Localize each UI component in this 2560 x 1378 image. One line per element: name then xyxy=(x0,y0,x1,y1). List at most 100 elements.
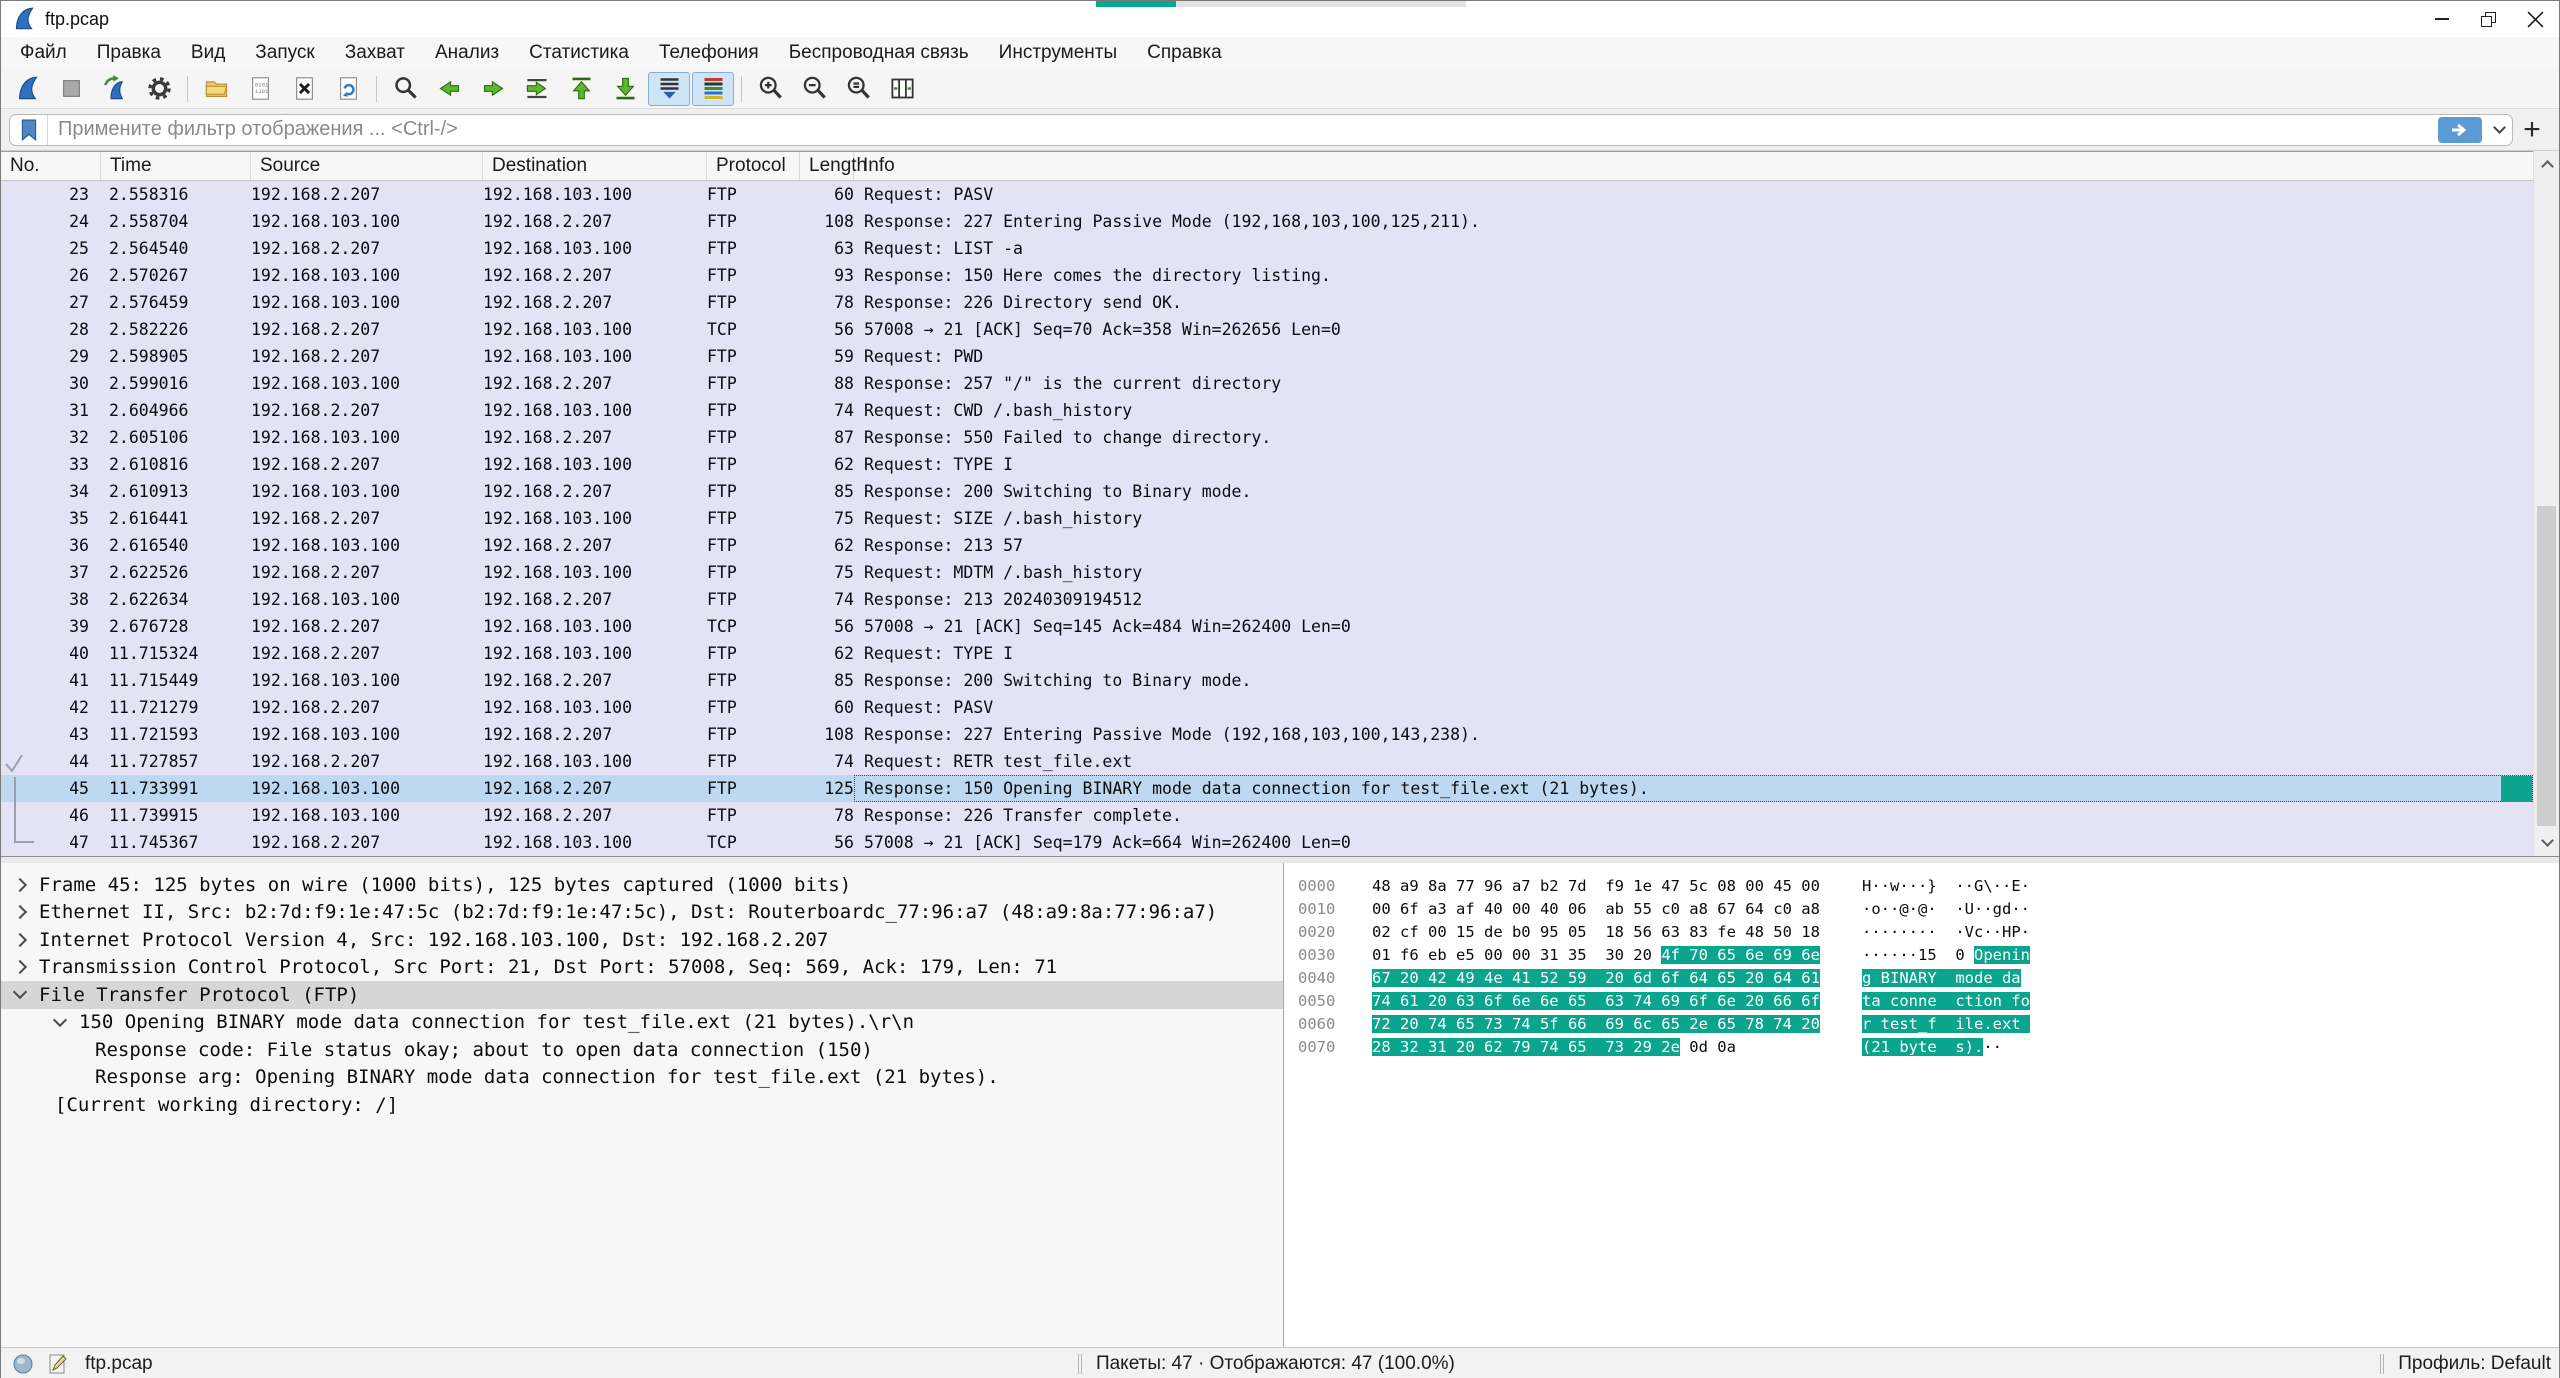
column-header-length[interactable]: Length xyxy=(800,152,854,180)
save-file-button[interactable]: 01011101 xyxy=(239,72,281,106)
detail-line-3[interactable]: Transmission Control Protocol, Src Port:… xyxy=(1,954,1283,982)
packet-row-41[interactable]: 4111.715449192.168.103.100192.168.2.207F… xyxy=(1,667,2559,694)
expert-info-icon[interactable] xyxy=(11,1352,35,1376)
menu-анализ[interactable]: Анализ xyxy=(420,37,514,69)
hex-row-0070[interactable]: 007028 32 31 20 62 79 74 65 73 29 2e 0d … xyxy=(1298,1036,2559,1059)
go-back-button[interactable] xyxy=(428,72,470,106)
close-file-button[interactable] xyxy=(283,72,325,106)
display-filter-field[interactable]: Примените фильтр отображения ... <Ctrl-/… xyxy=(9,114,2513,146)
find-packet-button[interactable] xyxy=(384,72,426,106)
detail-line-0[interactable]: Frame 45: 125 bytes on wire (1000 bits),… xyxy=(1,871,1283,899)
restore-button[interactable] xyxy=(2465,1,2512,37)
packet-row-23[interactable]: 232.558316192.168.2.207192.168.103.100FT… xyxy=(1,181,2559,208)
menu-инструменты[interactable]: Инструменты xyxy=(984,37,1132,69)
column-header-info[interactable]: Info xyxy=(854,152,2533,180)
start-capture-button[interactable] xyxy=(6,72,48,106)
go-last-button[interactable] xyxy=(604,72,646,106)
go-forward-button[interactable] xyxy=(472,72,514,106)
statusbar-filename[interactable]: ftp.pcap xyxy=(85,1353,153,1375)
column-header-protocol[interactable]: Protocol xyxy=(707,152,800,180)
go-first-button[interactable] xyxy=(560,72,602,106)
packet-row-31[interactable]: 312.604966192.168.2.207192.168.103.100FT… xyxy=(1,397,2559,424)
menu-правка[interactable]: Правка xyxy=(82,37,176,69)
detail-line-6[interactable]: Response code: File status okay; about t… xyxy=(1,1036,1283,1064)
menu-статистика[interactable]: Статистика xyxy=(514,37,644,69)
reload-file-button[interactable] xyxy=(327,72,369,106)
cell-info: 57008 → 21 [ACK] Seq=70 Ack=358 Win=2626… xyxy=(854,316,2533,343)
restart-capture-button[interactable] xyxy=(94,72,136,106)
packet-row-26[interactable]: 262.570267192.168.103.100192.168.2.207FT… xyxy=(1,262,2559,289)
detail-line-4[interactable]: File Transfer Protocol (FTP) xyxy=(1,981,1283,1009)
hex-row-0020[interactable]: 002002 cf 00 15 de b0 95 05 18 56 63 83 … xyxy=(1298,921,2559,944)
scroll-down-arrow[interactable] xyxy=(2534,830,2560,856)
packet-row-24[interactable]: 242.558704192.168.103.100192.168.2.207FT… xyxy=(1,208,2559,235)
statusbar-profile[interactable]: Профиль: Default xyxy=(2398,1353,2551,1375)
add-filter-button[interactable]: + xyxy=(2513,114,2551,146)
menu-файл[interactable]: Файл xyxy=(5,37,82,69)
hex-row-0030[interactable]: 003001 f6 eb e5 00 00 31 35 30 20 4f 70 … xyxy=(1298,944,2559,967)
filter-input[interactable]: Примените фильтр отображения ... <Ctrl-/… xyxy=(48,118,2438,141)
scrollbar-thumb[interactable] xyxy=(2537,506,2556,826)
packet-row-46[interactable]: 4611.739915192.168.103.100192.168.2.207F… xyxy=(1,802,2559,829)
scroll-up-arrow[interactable] xyxy=(2534,151,2560,177)
packet-row-43[interactable]: 4311.721593192.168.103.100192.168.2.207F… xyxy=(1,721,2559,748)
menu-запуск[interactable]: Запуск xyxy=(240,37,329,69)
horizontal-splitter[interactable] xyxy=(1,856,2559,863)
menu-беспроводная-связь[interactable]: Беспроводная связь xyxy=(774,37,984,69)
column-header-destination[interactable]: Destination xyxy=(483,152,707,180)
packet-row-44[interactable]: 4411.727857192.168.2.207192.168.103.100F… xyxy=(1,748,2559,775)
open-file-button[interactable] xyxy=(195,72,237,106)
column-header-source[interactable]: Source xyxy=(251,152,483,180)
menu-вид[interactable]: Вид xyxy=(176,37,240,69)
apply-filter-button[interactable] xyxy=(2438,117,2482,143)
hex-row-0050[interactable]: 005074 61 20 63 6f 6e 6e 65 63 74 69 6f … xyxy=(1298,990,2559,1013)
packet-row-32[interactable]: 322.605106192.168.103.100192.168.2.207FT… xyxy=(1,424,2559,451)
packet-row-39[interactable]: 392.676728192.168.2.207192.168.103.100TC… xyxy=(1,613,2559,640)
detail-line-8[interactable]: [Current working directory: /] xyxy=(1,1091,1283,1119)
column-header-time[interactable]: Time xyxy=(101,152,251,180)
packet-row-38[interactable]: 382.622634192.168.103.100192.168.2.207FT… xyxy=(1,586,2559,613)
colorize-button[interactable] xyxy=(692,72,734,106)
packet-row-45[interactable]: 4511.733991192.168.103.100192.168.2.207F… xyxy=(1,775,2559,802)
hex-row-0040[interactable]: 004067 20 42 49 4e 41 52 59 20 6d 6f 64 … xyxy=(1298,967,2559,990)
detail-line-7[interactable]: Response arg: Opening BINARY mode data c… xyxy=(1,1064,1283,1092)
stop-capture-button[interactable] xyxy=(50,72,92,106)
packet-row-25[interactable]: 252.564540192.168.2.207192.168.103.100FT… xyxy=(1,235,2559,262)
packet-row-47[interactable]: 4711.745367192.168.2.207192.168.103.100T… xyxy=(1,829,2559,856)
column-header-no[interactable]: No. xyxy=(1,152,101,180)
capture-comment-icon[interactable] xyxy=(45,1352,69,1376)
packet-row-34[interactable]: 342.610913192.168.103.100192.168.2.207FT… xyxy=(1,478,2559,505)
minimize-button[interactable] xyxy=(2418,1,2465,37)
packet-list-scrollbar[interactable] xyxy=(2533,151,2559,856)
hex-row-0060[interactable]: 006072 20 74 65 73 74 5f 66 69 6c 65 2e … xyxy=(1298,1013,2559,1036)
filter-history-dropdown[interactable] xyxy=(2486,115,2512,145)
go-to-packet-button[interactable] xyxy=(516,72,558,106)
packet-row-29[interactable]: 292.598905192.168.2.207192.168.103.100FT… xyxy=(1,343,2559,370)
resize-columns-button[interactable] xyxy=(881,72,923,106)
close-button[interactable] xyxy=(2512,1,2559,37)
hex-row-0010[interactable]: 001000 6f a3 af 40 00 40 06 ab 55 c0 a8 … xyxy=(1298,898,2559,921)
hex-row-0000[interactable]: 000048 a9 8a 77 96 a7 b2 7d f9 1e 47 5c … xyxy=(1298,875,2559,898)
packet-row-27[interactable]: 272.576459192.168.103.100192.168.2.207FT… xyxy=(1,289,2559,316)
cell-pro: FTP xyxy=(707,802,800,829)
detail-line-1[interactable]: Ethernet II, Src: b2:7d:f9:1e:47:5c (b2:… xyxy=(1,899,1283,927)
menu-телефония[interactable]: Телефония xyxy=(644,37,774,69)
packet-row-37[interactable]: 372.622526192.168.2.207192.168.103.100FT… xyxy=(1,559,2559,586)
packet-row-40[interactable]: 4011.715324192.168.2.207192.168.103.100F… xyxy=(1,640,2559,667)
auto-scroll-button[interactable] xyxy=(648,72,690,106)
capture-options-button[interactable] xyxy=(138,72,180,106)
detail-line-5[interactable]: 150 Opening BINARY mode data connection … xyxy=(1,1009,1283,1037)
packet-row-35[interactable]: 352.616441192.168.2.207192.168.103.100FT… xyxy=(1,505,2559,532)
zoom-in-button[interactable] xyxy=(749,72,791,106)
packet-row-28[interactable]: 282.582226192.168.2.207192.168.103.100TC… xyxy=(1,316,2559,343)
detail-line-2[interactable]: Internet Protocol Version 4, Src: 192.16… xyxy=(1,926,1283,954)
menu-справка[interactable]: Справка xyxy=(1132,37,1237,69)
zoom-reset-button[interactable] xyxy=(837,72,879,106)
menu-захват[interactable]: Захват xyxy=(330,37,420,69)
zoom-out-button[interactable] xyxy=(793,72,835,106)
filter-bookmark-button[interactable] xyxy=(10,115,48,145)
packet-row-42[interactable]: 4211.721279192.168.2.207192.168.103.100F… xyxy=(1,694,2559,721)
packet-row-30[interactable]: 302.599016192.168.103.100192.168.2.207FT… xyxy=(1,370,2559,397)
packet-row-33[interactable]: 332.610816192.168.2.207192.168.103.100FT… xyxy=(1,451,2559,478)
packet-row-36[interactable]: 362.616540192.168.103.100192.168.2.207FT… xyxy=(1,532,2559,559)
